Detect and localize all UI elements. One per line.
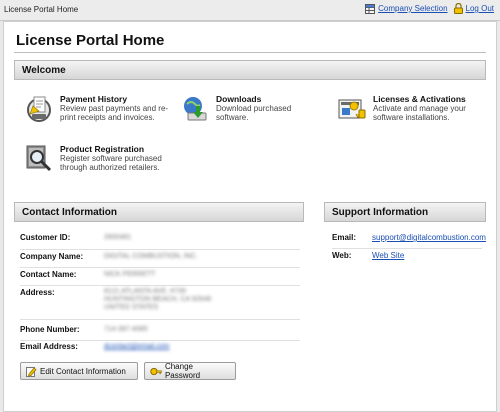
email-value: dcontact@email.com [104, 343, 170, 350]
company-selection-link[interactable]: Company Selection [365, 3, 448, 14]
payment-history-desc: Review past payments and re-print receip… [60, 104, 169, 122]
top-bar: License Portal Home Company Selection Lo… [0, 0, 500, 21]
address-line1: 8121 ATLANTA AVE. #739 [104, 288, 186, 295]
grid-icon [365, 3, 376, 14]
contact-header: Contact Information [14, 202, 304, 222]
change-password-button[interactable]: Change Password [144, 362, 236, 380]
support-email-row: Email: support@digitalcombustion.com [332, 230, 486, 249]
support-web-label: Web: [332, 251, 352, 260]
welcome-header: Welcome [14, 60, 486, 80]
payment-history-text: Payment History Review past payments and… [60, 94, 174, 124]
address-line3: UNITED STATES [104, 304, 159, 311]
customer-id-value: 2600481 [104, 234, 132, 241]
address-label: Address: [20, 288, 55, 297]
company-name-value: DIGITAL COMBUSTION, INC. [104, 253, 198, 260]
downloads-desc: Download purchased software. [216, 104, 292, 122]
email-label: Email Address: [20, 342, 78, 351]
company-name-label: Company Name: [20, 252, 84, 261]
payment-history-card[interactable]: Payment History Review past payments and… [24, 94, 174, 124]
phone-label: Phone Number: [20, 325, 80, 334]
support-title: Support Information [332, 207, 429, 218]
support-email-label: Email: [332, 233, 357, 242]
logout-link[interactable]: Log Out [453, 3, 494, 14]
edit-contact-button[interactable]: Edit Contact Information [20, 362, 138, 380]
download-icon [184, 97, 207, 121]
main-panel: License Portal Home Welcome Payment Hist… [3, 21, 497, 412]
support-web-link[interactable]: Web Site [372, 251, 404, 260]
app-title: License Portal Home [4, 5, 79, 14]
registration-icon [26, 145, 52, 172]
lock-icon [453, 3, 463, 14]
license-icon [338, 99, 366, 119]
title-divider [14, 52, 486, 53]
receipt-icon [27, 96, 51, 122]
contact-name-value: NICK PERRETT [104, 271, 156, 278]
payment-history-title: Payment History [60, 94, 128, 104]
phone-row: Phone Number: 714-397-4085 [20, 323, 300, 341]
product-registration-card[interactable]: Product Registration Register software p… [24, 144, 174, 174]
support-email-link[interactable]: support@digitalcombustion.com [372, 233, 486, 242]
downloads-card[interactable]: Downloads Download purchased software. [180, 94, 320, 124]
downloads-title: Downloads [216, 94, 262, 104]
customer-id-row: Customer ID: 2600481 [20, 230, 300, 250]
licenses-activations-title: Licenses & Activations [373, 94, 466, 104]
support-header: Support Information [324, 202, 486, 222]
downloads-text: Downloads Download purchased software. [216, 94, 320, 124]
page-title: License Portal Home [16, 32, 165, 49]
product-registration-text: Product Registration Register software p… [60, 144, 174, 174]
licenses-activations-card[interactable]: Licenses & Activations Activate and mana… [337, 94, 487, 124]
key-icon [150, 367, 162, 375]
contact-name-row: Contact Name: NICK PERRETT [20, 267, 300, 286]
company-name-row: Company Name: DIGITAL COMBUSTION, INC. [20, 249, 300, 268]
phone-value: 714-397-4085 [104, 326, 148, 333]
company-selection-label: Company Selection [378, 4, 448, 13]
welcome-title: Welcome [22, 65, 66, 76]
licenses-activations-text: Licenses & Activations Activate and mana… [373, 94, 487, 124]
edit-icon [26, 366, 37, 377]
contact-title: Contact Information [22, 207, 117, 218]
top-links: Company Selection Log Out [359, 3, 494, 14]
change-password-label: Change Password [164, 362, 201, 380]
edit-contact-label: Edit Contact Information [40, 366, 126, 376]
support-web-row: Web: Web Site [332, 248, 482, 266]
address-line2: HUNTINGTON BEACH, CA 92646 [104, 296, 212, 303]
email-row: Email Address: dcontact@email.com [20, 340, 300, 357]
customer-id-label: Customer ID: [20, 233, 71, 242]
product-registration-title: Product Registration [60, 144, 145, 154]
address-row: Address: 8121 ATLANTA AVE. #739 HUNTINGT… [20, 285, 300, 320]
contact-name-label: Contact Name: [20, 270, 77, 279]
licenses-activations-desc: Activate and manage your software instal… [373, 104, 466, 122]
product-registration-desc: Register software purchased through auth… [60, 154, 162, 172]
logout-label: Log Out [465, 4, 494, 13]
